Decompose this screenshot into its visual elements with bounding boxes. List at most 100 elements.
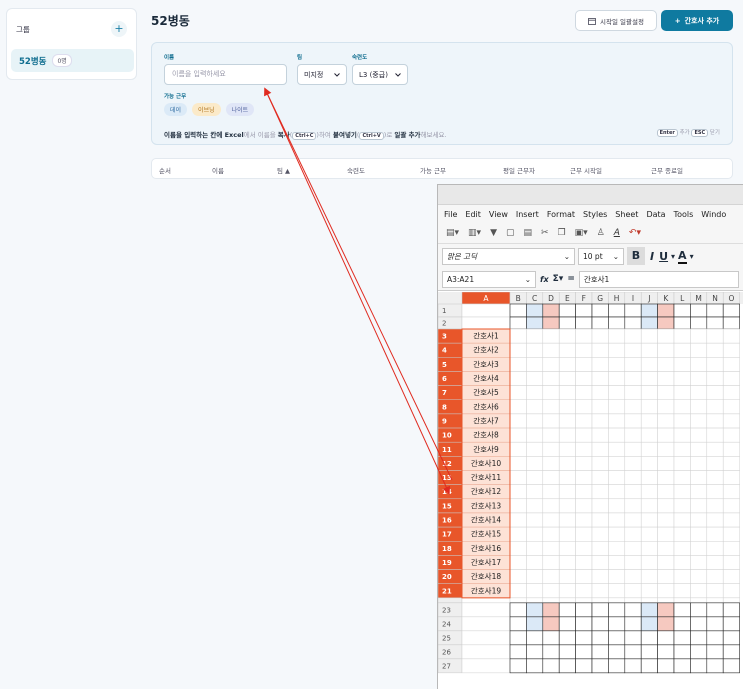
font-size-box[interactable]: 10 pt ⌄ [578, 247, 624, 265]
cell-M26[interactable] [690, 644, 708, 660]
cell-O6[interactable] [722, 371, 740, 386]
cell-L24[interactable] [673, 616, 691, 632]
cell-L3[interactable] [673, 328, 691, 344]
cell-H13[interactable] [608, 470, 626, 485]
col-end-date[interactable]: 근무 종료일 [651, 165, 683, 175]
cell-D27[interactable] [542, 658, 560, 674]
cell-J4[interactable] [640, 342, 658, 358]
cell-B1[interactable] [509, 303, 527, 318]
cell-F12[interactable] [575, 456, 593, 471]
menu-item-insert[interactable]: Insert [516, 210, 539, 219]
cell-G17[interactable] [591, 526, 609, 542]
cell-D14[interactable] [542, 484, 560, 500]
menu-item-windo[interactable]: Windo [701, 210, 726, 219]
cell-M11[interactable] [690, 441, 708, 457]
cell-L6[interactable] [673, 371, 691, 386]
cell-A24[interactable] [461, 616, 511, 632]
cell-E15[interactable] [558, 498, 576, 514]
cell-N11[interactable] [706, 441, 724, 457]
cell-O21[interactable] [722, 583, 740, 599]
cell-K24[interactable] [657, 616, 675, 632]
cell-L15[interactable] [673, 498, 691, 514]
cell-J9[interactable] [640, 413, 658, 429]
cell-J7[interactable] [640, 385, 658, 400]
cell-J10[interactable] [640, 427, 658, 443]
cell-J13[interactable] [640, 470, 658, 485]
cell-H7[interactable] [608, 385, 626, 400]
cell-H14[interactable] [608, 484, 626, 500]
cell-D23[interactable] [542, 602, 560, 618]
cell-B20[interactable] [509, 569, 527, 584]
cell-M2[interactable] [690, 316, 708, 330]
cell-L11[interactable] [673, 441, 691, 457]
add-nurse-button[interactable]: + 간호사 추가 [661, 10, 733, 31]
cell-K17[interactable] [657, 526, 675, 542]
cell-K27[interactable] [657, 658, 675, 674]
cell-G10[interactable] [591, 427, 609, 443]
menu-item-tools[interactable]: Tools [674, 210, 694, 219]
cell-J2[interactable] [640, 316, 658, 330]
cell-F13[interactable] [575, 470, 593, 485]
cell-B17[interactable] [509, 526, 527, 542]
cell-E17[interactable] [558, 526, 576, 542]
cell-C13[interactable] [526, 470, 544, 485]
cell-H21[interactable] [608, 583, 626, 599]
cell-J24[interactable] [640, 616, 658, 632]
formula-input[interactable]: 간호사1 [578, 270, 739, 288]
cell-A26[interactable] [461, 644, 511, 660]
cell-B2[interactable] [509, 316, 527, 330]
cell-M19[interactable] [690, 555, 708, 570]
cell-K12[interactable] [657, 456, 675, 471]
cell-N21[interactable] [706, 583, 724, 599]
cell-E27[interactable] [558, 658, 576, 674]
cell-M4[interactable] [690, 342, 708, 358]
cell-O14[interactable] [722, 484, 740, 500]
cell-C11[interactable] [526, 441, 544, 457]
cell-H9[interactable] [608, 413, 626, 429]
cell-A22[interactable] [461, 597, 511, 604]
cell-K8[interactable] [657, 399, 675, 415]
skill-select[interactable]: L3 (중급) [352, 64, 408, 85]
cell-E1[interactable] [558, 303, 576, 318]
cell-B11[interactable] [509, 441, 527, 457]
cell-N9[interactable] [706, 413, 724, 429]
cell-C14[interactable] [526, 484, 544, 500]
cell-M6[interactable] [690, 371, 708, 386]
cell-I23[interactable] [624, 602, 642, 618]
cell-J22[interactable] [640, 597, 658, 604]
cell-E7[interactable] [558, 385, 576, 400]
cell-C9[interactable] [526, 413, 544, 429]
menu-item-format[interactable]: Format [547, 210, 575, 219]
cell-G14[interactable] [591, 484, 609, 500]
cell-L4[interactable] [673, 342, 691, 358]
cell-O24[interactable] [722, 616, 740, 632]
col-weekday[interactable]: 평일 근무자 [503, 165, 535, 175]
cell-J11[interactable] [640, 441, 658, 457]
cell-N17[interactable] [706, 526, 724, 542]
cell-C3[interactable] [526, 328, 544, 344]
cell-B3[interactable] [509, 328, 527, 344]
col-start-date[interactable]: 근무 시작일 [570, 165, 602, 175]
cell-I11[interactable] [624, 441, 642, 457]
cell-C5[interactable] [526, 357, 544, 372]
cell-N26[interactable] [706, 644, 724, 660]
cell-B21[interactable] [509, 583, 527, 599]
cell-N20[interactable] [706, 569, 724, 584]
cell-J1[interactable] [640, 303, 658, 318]
bold-icon[interactable]: B [627, 247, 645, 265]
cell-L27[interactable] [673, 658, 691, 674]
cell-J14[interactable] [640, 484, 658, 500]
cell-J8[interactable] [640, 399, 658, 415]
print-icon[interactable]: ▤ [524, 228, 533, 238]
cell-L21[interactable] [673, 583, 691, 599]
chevron-down-icon[interactable]: ▾ [690, 252, 694, 261]
cell-K14[interactable] [657, 484, 675, 500]
cell-E25[interactable] [558, 630, 576, 646]
cell-G9[interactable] [591, 413, 609, 429]
cell-H1[interactable] [608, 303, 626, 318]
col-order[interactable]: 순서 [159, 165, 171, 175]
cell-K26[interactable] [657, 644, 675, 660]
cell-F8[interactable] [575, 399, 593, 415]
cell-I14[interactable] [624, 484, 642, 500]
cell-F1[interactable] [575, 303, 593, 318]
